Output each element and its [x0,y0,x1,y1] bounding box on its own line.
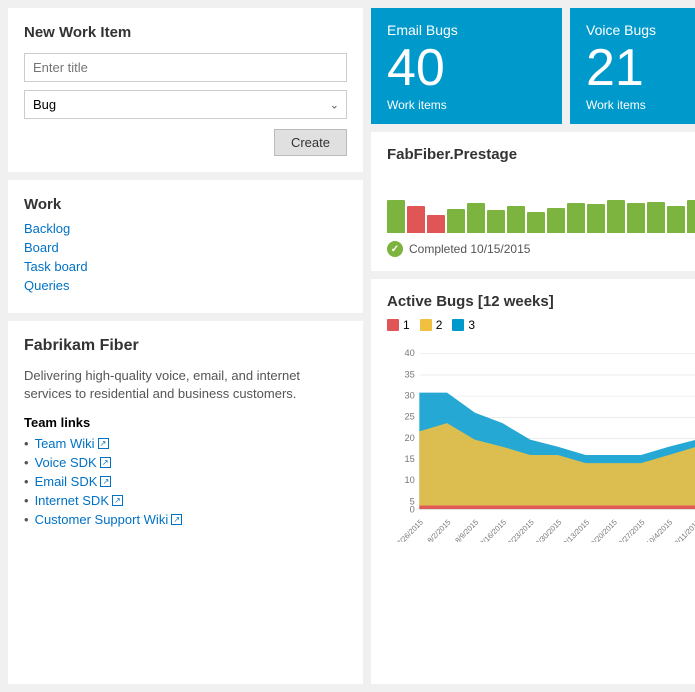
svg-text:7/26/2015: 7/26/2015 [395,518,425,542]
team-link-item: Customer Support Wiki [24,512,347,527]
external-link-icon [100,476,111,487]
svg-text:8/23/2015: 8/23/2015 [506,518,536,542]
team-link-voice-sdk[interactable]: Voice SDK [35,455,111,470]
legend-item: 3 [452,318,475,332]
svg-text:25: 25 [404,412,414,422]
check-icon: ✓ [387,241,403,257]
completed-label: ✓ Completed 10/15/2015 [387,241,695,257]
title-input[interactable] [24,53,347,82]
team-link-internet-sdk[interactable]: Internet SDK [35,493,123,508]
fabfiber-panel: FabFiber.Prestage ✓ Completed 10/15/2015 [371,132,695,271]
svg-text:5: 5 [410,496,415,506]
svg-text:35: 35 [404,369,414,379]
work-links-list: Backlog Board Task board Queries [24,221,347,293]
bug-tiles: Email Bugs 40 Work items Voice Bugs 21 W… [371,8,695,124]
fabrikam-panel: Fabrikam Fiber Delivering high-quality v… [8,321,363,684]
fabfiber-bar [527,212,545,233]
team-links-title: Team links [24,415,347,430]
team-link-item: Team Wiki [24,436,347,451]
fabrikam-title: Fabrikam Fiber [24,337,347,355]
team-link-item: Voice SDK [24,455,347,470]
active-bugs-chart: 0 5 10 15 20 25 30 35 40 [387,342,695,542]
email-bugs-count: 40 [387,42,546,94]
work-panel: Work Backlog Board Task board Queries [8,180,363,313]
team-link-customer-support-wiki[interactable]: Customer Support Wiki [35,512,183,527]
svg-text:8/30/2015: 8/30/2015 [534,518,564,542]
fabfiber-bar [547,208,565,233]
dashboard: New Work Item Bug Task User Story Featur… [0,0,695,692]
svg-text:9/20/2015: 9/20/2015 [589,518,619,542]
team-link-item: Internet SDK [24,493,347,508]
active-bugs-panel: Active Bugs [12 weeks] 123 0 [371,279,695,684]
svg-text:9/27/2015: 9/27/2015 [617,518,647,542]
legend-label: 3 [468,318,475,332]
voice-bugs-title: Voice Bugs [586,22,695,38]
fabfiber-bar [567,203,585,233]
voice-bugs-subtitle: Work items [586,98,695,112]
fabfiber-bar [587,204,605,233]
fabfiber-bar-chart [387,173,695,233]
external-link-icon [98,438,109,449]
external-link-icon [100,457,111,468]
fabfiber-bar [507,206,525,233]
fabfiber-bar [667,206,685,233]
new-work-item-title: New Work Item [24,24,347,41]
fabrikam-desc: Delivering high-quality voice, email, an… [24,367,347,403]
legend-label: 1 [403,318,410,332]
fabfiber-bar [447,209,465,233]
work-link-task-board[interactable]: Task board [24,259,88,274]
bugs-legend: 1 2 3 [387,318,695,332]
fabfiber-bar [487,210,505,233]
svg-text:10: 10 [404,475,414,485]
voice-bugs-tile: Voice Bugs 21 Work items [570,8,695,124]
voice-bugs-count: 21 [586,42,695,94]
fabfiber-bar [387,200,405,233]
fabfiber-bar [407,206,425,233]
legend-color-dot [420,319,432,331]
legend-item: 1 [387,318,410,332]
team-link-item: Email SDK [24,474,347,489]
work-link-backlog[interactable]: Backlog [24,221,70,236]
fabfiber-bar [647,202,665,233]
legend-label: 2 [436,318,443,332]
svg-text:9/13/2015: 9/13/2015 [561,518,591,542]
team-links-list: Team Wiki Voice SDK Email SDK Internet SDK C… [24,436,347,527]
fabfiber-bar [467,203,485,233]
svg-text:10/4/2015: 10/4/2015 [644,518,674,542]
svg-text:8/9/2015: 8/9/2015 [453,518,480,542]
fabfiber-bar [627,203,645,233]
fabfiber-bar [687,200,695,233]
svg-text:40: 40 [404,348,414,358]
legend-item: 2 [420,318,443,332]
active-bugs-title: Active Bugs [12 weeks] [387,293,695,310]
fabfiber-bar [427,215,445,233]
legend-color-dot [387,319,399,331]
external-link-icon [112,495,123,506]
type-select-wrapper: Bug Task User Story Feature ⌄ [24,90,347,119]
work-link-board[interactable]: Board [24,240,59,255]
svg-text:20: 20 [404,433,414,443]
email-bugs-tile: Email Bugs 40 Work items [371,8,562,124]
work-title: Work [24,196,347,213]
email-bugs-title: Email Bugs [387,22,546,38]
external-link-icon [171,514,182,525]
create-button[interactable]: Create [274,129,347,156]
svg-text:30: 30 [404,390,414,400]
svg-text:8/16/2015: 8/16/2015 [478,518,508,542]
email-bugs-subtitle: Work items [387,98,546,112]
fabfiber-title: FabFiber.Prestage [387,146,695,163]
legend-color-dot [452,319,464,331]
svg-text:15: 15 [404,454,414,464]
svg-text:10/11/2015: 10/11/2015 [670,518,695,542]
team-link-email-sdk[interactable]: Email SDK [35,474,112,489]
new-work-item-panel: New Work Item Bug Task User Story Featur… [8,8,363,172]
fabfiber-bar [607,200,625,233]
type-select[interactable]: Bug Task User Story Feature [24,90,347,119]
team-link-team-wiki[interactable]: Team Wiki [35,436,109,451]
completed-text: Completed 10/15/2015 [409,242,530,256]
work-link-queries[interactable]: Queries [24,278,70,293]
svg-text:8/2/2015: 8/2/2015 [426,518,453,542]
right-column: Email Bugs 40 Work items Voice Bugs 21 W… [371,8,695,684]
